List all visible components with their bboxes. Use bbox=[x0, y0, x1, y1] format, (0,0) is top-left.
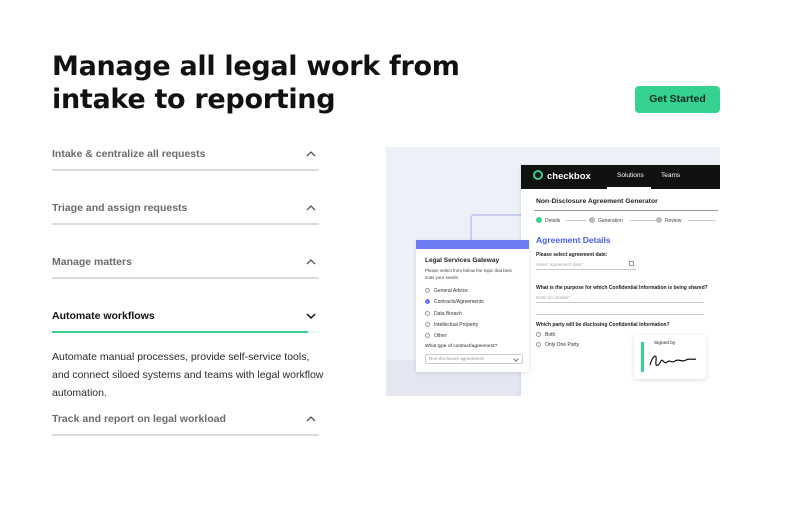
accordion-header[interactable]: Triage and assign requests bbox=[52, 198, 319, 218]
contract-type-select[interactable]: Non-disclosure agreements bbox=[425, 354, 523, 364]
accordion-item-triage[interactable]: Triage and assign requests bbox=[52, 198, 319, 218]
chevron-up-icon bbox=[306, 205, 316, 211]
signature-accent-bar bbox=[641, 342, 644, 372]
chevron-down-icon bbox=[306, 313, 316, 320]
option-contracts[interactable]: Contracts/Agreements bbox=[425, 299, 484, 305]
form-title: Legal Services Gateway bbox=[425, 257, 500, 264]
accordion-progress-fill bbox=[52, 331, 309, 333]
step-connector bbox=[566, 220, 586, 221]
chevron-up-icon bbox=[306, 416, 316, 422]
brand-logo: checkbox bbox=[533, 170, 591, 182]
headline-line-1: Manage all legal work from bbox=[52, 51, 460, 82]
option-other[interactable]: Other bbox=[425, 333, 447, 339]
accordion-header[interactable]: Track and report on legal workload bbox=[52, 409, 319, 429]
radio-selected-icon bbox=[425, 299, 430, 304]
signature-icon bbox=[649, 355, 697, 367]
radio-icon bbox=[536, 342, 541, 347]
question-purpose: What is the purpose for which Confidenti… bbox=[536, 285, 708, 291]
accordion-header[interactable]: Manage matters bbox=[52, 252, 319, 272]
section-title: Agreement Details bbox=[536, 235, 611, 245]
signature-label: Signed by bbox=[654, 341, 676, 346]
get-started-button[interactable]: Get Started bbox=[635, 86, 720, 113]
accordion-title: Track and report on legal workload bbox=[52, 413, 226, 425]
chevron-up-icon bbox=[306, 151, 316, 157]
question-date: Please select agreement date: bbox=[536, 252, 608, 258]
stepper: Details Generation Review bbox=[536, 217, 716, 227]
step-generation: Generation bbox=[589, 217, 623, 225]
step-connector bbox=[688, 220, 716, 221]
accordion-title: Automate workflows bbox=[52, 310, 155, 322]
headline-line-2: intake to reporting bbox=[52, 84, 336, 115]
radio-icon bbox=[425, 311, 430, 316]
nav-solutions[interactable]: Solutions bbox=[617, 172, 644, 179]
connector-line bbox=[470, 214, 522, 240]
step-details: Details bbox=[536, 217, 560, 225]
page-headline: Manage all legal work from intake to rep… bbox=[52, 50, 472, 116]
purpose-field[interactable]: Enter an answer* bbox=[536, 293, 704, 303]
app-topbar: checkbox Solutions Teams bbox=[521, 165, 720, 189]
question-disclosing-party: Which party will be disclosing Confident… bbox=[536, 322, 670, 328]
purpose-field-extra-line bbox=[536, 305, 704, 315]
nav-active-indicator bbox=[607, 187, 651, 189]
radio-icon bbox=[425, 288, 430, 293]
accordion-title: Triage and assign requests bbox=[52, 202, 188, 214]
accordion-item-track[interactable]: Track and report on legal workload bbox=[52, 409, 319, 429]
accordion-divider bbox=[52, 277, 319, 279]
accordion-item-matters[interactable]: Manage matters bbox=[52, 252, 319, 272]
calendar-icon bbox=[629, 261, 634, 266]
radio-icon bbox=[425, 322, 430, 327]
accordion-header[interactable]: Automate workflows bbox=[52, 306, 319, 326]
date-field[interactable]: Select agreement date* bbox=[536, 260, 636, 270]
accordion-progress-bar bbox=[52, 331, 319, 333]
option-general-advice[interactable]: General Advice bbox=[425, 288, 468, 294]
radio-icon bbox=[425, 333, 430, 338]
accordion-item-intake[interactable]: Intake & centralize all requests bbox=[52, 144, 319, 164]
nav-teams[interactable]: Teams bbox=[661, 172, 680, 179]
divider bbox=[534, 210, 718, 211]
option-intellectual-property[interactable]: Intellectual Property bbox=[425, 322, 478, 328]
accordion-title: Intake & centralize all requests bbox=[52, 148, 206, 160]
step-connector bbox=[630, 220, 656, 221]
form-description: Please select from below the topic that … bbox=[425, 268, 512, 280]
accordion-divider bbox=[52, 169, 319, 171]
accordion-divider bbox=[52, 223, 319, 225]
accordion-body: Automate manual processes, provide self-… bbox=[52, 351, 324, 399]
contract-type-question: What type of contract/agreement? bbox=[425, 344, 498, 349]
step-review: Review bbox=[656, 217, 681, 225]
step-icon bbox=[656, 217, 662, 223]
accordion-divider bbox=[52, 434, 319, 436]
chevron-up-icon bbox=[306, 259, 316, 265]
radio-both[interactable]: Both bbox=[536, 332, 555, 338]
product-preview-panel: checkbox Solutions Teams Non-Disclosure … bbox=[386, 147, 720, 396]
radio-only-one-party[interactable]: Only One Party bbox=[536, 342, 579, 348]
legal-gateway-form: Legal Services Gateway Please select fro… bbox=[416, 240, 529, 372]
document-title: Non-Disclosure Agreement Generator bbox=[536, 198, 658, 205]
accordion-title: Manage matters bbox=[52, 256, 132, 268]
signature-card: Signed by bbox=[634, 335, 706, 379]
form-header-bar bbox=[416, 240, 529, 249]
step-icon bbox=[589, 217, 595, 223]
radio-icon bbox=[536, 332, 541, 337]
accordion-header[interactable]: Intake & centralize all requests bbox=[52, 144, 319, 164]
accordion-item-automate[interactable]: Automate workflows Automate manual proce… bbox=[52, 306, 323, 399]
step-active-icon bbox=[536, 217, 542, 223]
option-data-breach[interactable]: Data Breach bbox=[425, 311, 462, 317]
checkbox-logo-icon bbox=[533, 170, 543, 180]
chevron-down-icon bbox=[513, 356, 519, 362]
